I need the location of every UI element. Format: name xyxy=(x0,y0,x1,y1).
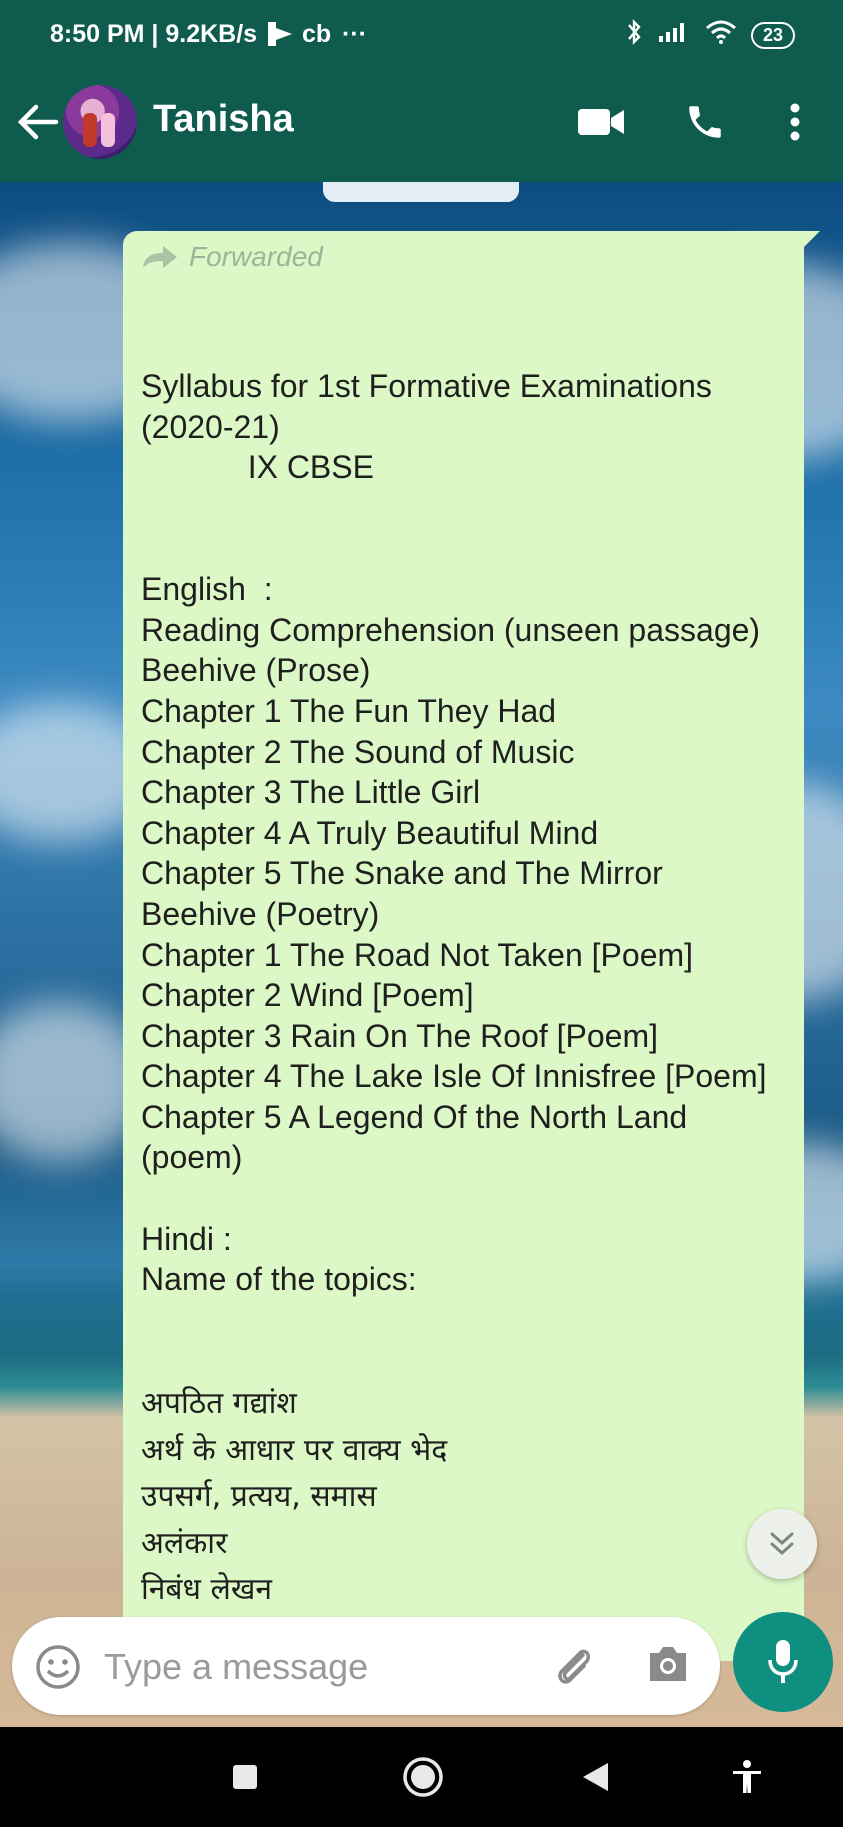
forwarded-label: Forwarded xyxy=(141,241,323,273)
date-chip xyxy=(323,182,519,202)
message-lines: Syllabus for 1st Formative Examinations … xyxy=(141,366,786,1300)
recents-button[interactable] xyxy=(220,1752,270,1802)
message-line: Beehive (Poetry) xyxy=(141,895,380,932)
back-button[interactable] xyxy=(16,92,60,152)
attach-button[interactable] xyxy=(550,1641,598,1694)
message-input[interactable]: Type a message xyxy=(104,1646,368,1688)
message-line: Chapter 3 Rain On The Roof [Poem] xyxy=(141,1017,659,1054)
message-line: Syllabus for 1st Formative Examinations … xyxy=(141,368,721,445)
contact-name[interactable]: Tanisha xyxy=(153,98,294,141)
chat-area[interactable]: Forwarded Syllabus for 1st Formative Exa… xyxy=(0,182,843,1727)
back-icon xyxy=(583,1763,608,1791)
message-line xyxy=(141,529,786,570)
message-line: Hindi : xyxy=(141,1220,232,1257)
message-hindi-line: अर्थ के आधार पर वाक्य भेद xyxy=(141,1432,448,1468)
status-cast-icon xyxy=(266,20,296,53)
message-hindi-line: अपठित गद्यांश xyxy=(141,1386,297,1422)
status-bar: 8:50 PM | 9.2KB/s cb ··· 23 xyxy=(0,0,843,62)
accessibility-icon xyxy=(733,1760,761,1793)
system-nav-bar xyxy=(0,1727,843,1827)
bluetooth-icon xyxy=(625,18,643,52)
message-text: Syllabus for 1st Formative Examinations … xyxy=(141,285,786,1661)
camera-icon xyxy=(650,1647,686,1681)
message-line: Chapter 1 The Fun They Had xyxy=(141,692,557,729)
message-line xyxy=(141,1178,786,1219)
forwarded-text: Forwarded xyxy=(189,241,323,272)
message-composer: Type a message xyxy=(12,1617,720,1715)
attach-icon xyxy=(558,1649,590,1684)
message-line: Chapter 5 A Legend Of the North Land (po… xyxy=(141,1098,697,1176)
forward-icon xyxy=(143,246,177,268)
nav-back-button[interactable] xyxy=(570,1752,620,1802)
message-hindi-line: उपसर्ग, प्रत्यय, समास xyxy=(141,1479,377,1515)
more-options-button[interactable] xyxy=(778,92,812,152)
message-line xyxy=(141,488,786,529)
message-hindi-line: निबंध लेखन xyxy=(141,1572,273,1608)
home-icon xyxy=(403,1757,443,1797)
camera-button[interactable] xyxy=(646,1643,690,1690)
battery-indicator: 23 xyxy=(750,21,795,49)
message-line: Chapter 1 The Road Not Taken [Poem] xyxy=(141,936,694,973)
message-line: Chapter 3 The Little Girl xyxy=(141,774,481,811)
scroll-down-button[interactable] xyxy=(747,1509,817,1579)
message-line: Chapter 5 The Snake and The Mirror xyxy=(141,855,663,892)
message-bubble[interactable]: Forwarded Syllabus for 1st Formative Exa… xyxy=(123,231,804,1661)
video-call-button[interactable] xyxy=(575,92,627,152)
phone-icon xyxy=(689,106,721,138)
message-line: Chapter 4 A Truly Beautiful Mind xyxy=(141,814,599,851)
mic-icon xyxy=(768,1640,798,1683)
emoji-icon xyxy=(36,1645,80,1689)
avatar[interactable] xyxy=(63,85,137,159)
message-line: Chapter 2 Wind [Poem] xyxy=(141,977,474,1014)
bubble-tail xyxy=(804,231,820,247)
voice-message-button[interactable] xyxy=(733,1612,833,1712)
status-more: ··· xyxy=(342,20,367,48)
wifi-icon xyxy=(705,19,737,51)
message-line: Reading Comprehension (unseen passage) xyxy=(141,611,761,648)
message-line: Beehive (Prose) xyxy=(141,652,371,689)
more-vert-icon xyxy=(790,103,800,141)
message-line: IX CBSE xyxy=(141,449,374,486)
scroll-down-icon xyxy=(770,1532,794,1556)
signal-icon xyxy=(657,20,691,50)
message-line: Chapter 4 The Lake Isle Of Innisfree [Po… xyxy=(141,1058,767,1095)
battery-level: 23 xyxy=(762,24,783,45)
message-line: Name of the topics: xyxy=(141,1261,417,1298)
chat-header: Tanisha xyxy=(0,62,843,182)
video-call-icon xyxy=(578,109,624,135)
message-hindi-line: अलंकार xyxy=(141,1525,228,1561)
status-time: 8:50 PM | 9.2KB/s xyxy=(50,20,258,48)
home-button[interactable] xyxy=(398,1752,448,1802)
recents-icon xyxy=(233,1765,257,1789)
accessibility-button[interactable] xyxy=(722,1752,772,1802)
message-line: Chapter 2 The Sound of Music xyxy=(141,733,575,770)
emoji-button[interactable] xyxy=(34,1643,82,1696)
voice-call-button[interactable] xyxy=(680,92,730,152)
back-arrow-icon xyxy=(17,104,59,140)
message-line: English : xyxy=(141,571,273,608)
status-carrier-text: cb xyxy=(302,20,332,48)
